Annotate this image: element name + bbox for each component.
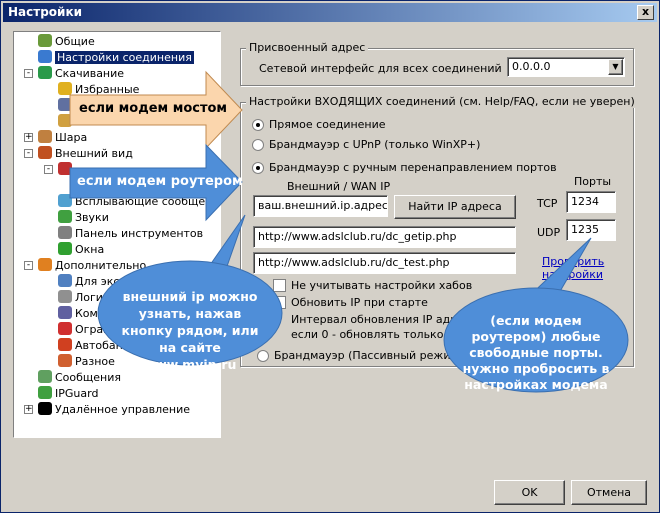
router-callout: если модем роутером (77, 174, 243, 189)
external-ip-callout: внешний ip можно узнать, нажав кнопку ря… (121, 289, 259, 372)
ports-callout: (если модем роутером) любые свободные по… (462, 313, 610, 392)
callout-shapes (69, 70, 629, 393)
bridge-callout: если модем мостом (79, 101, 228, 116)
